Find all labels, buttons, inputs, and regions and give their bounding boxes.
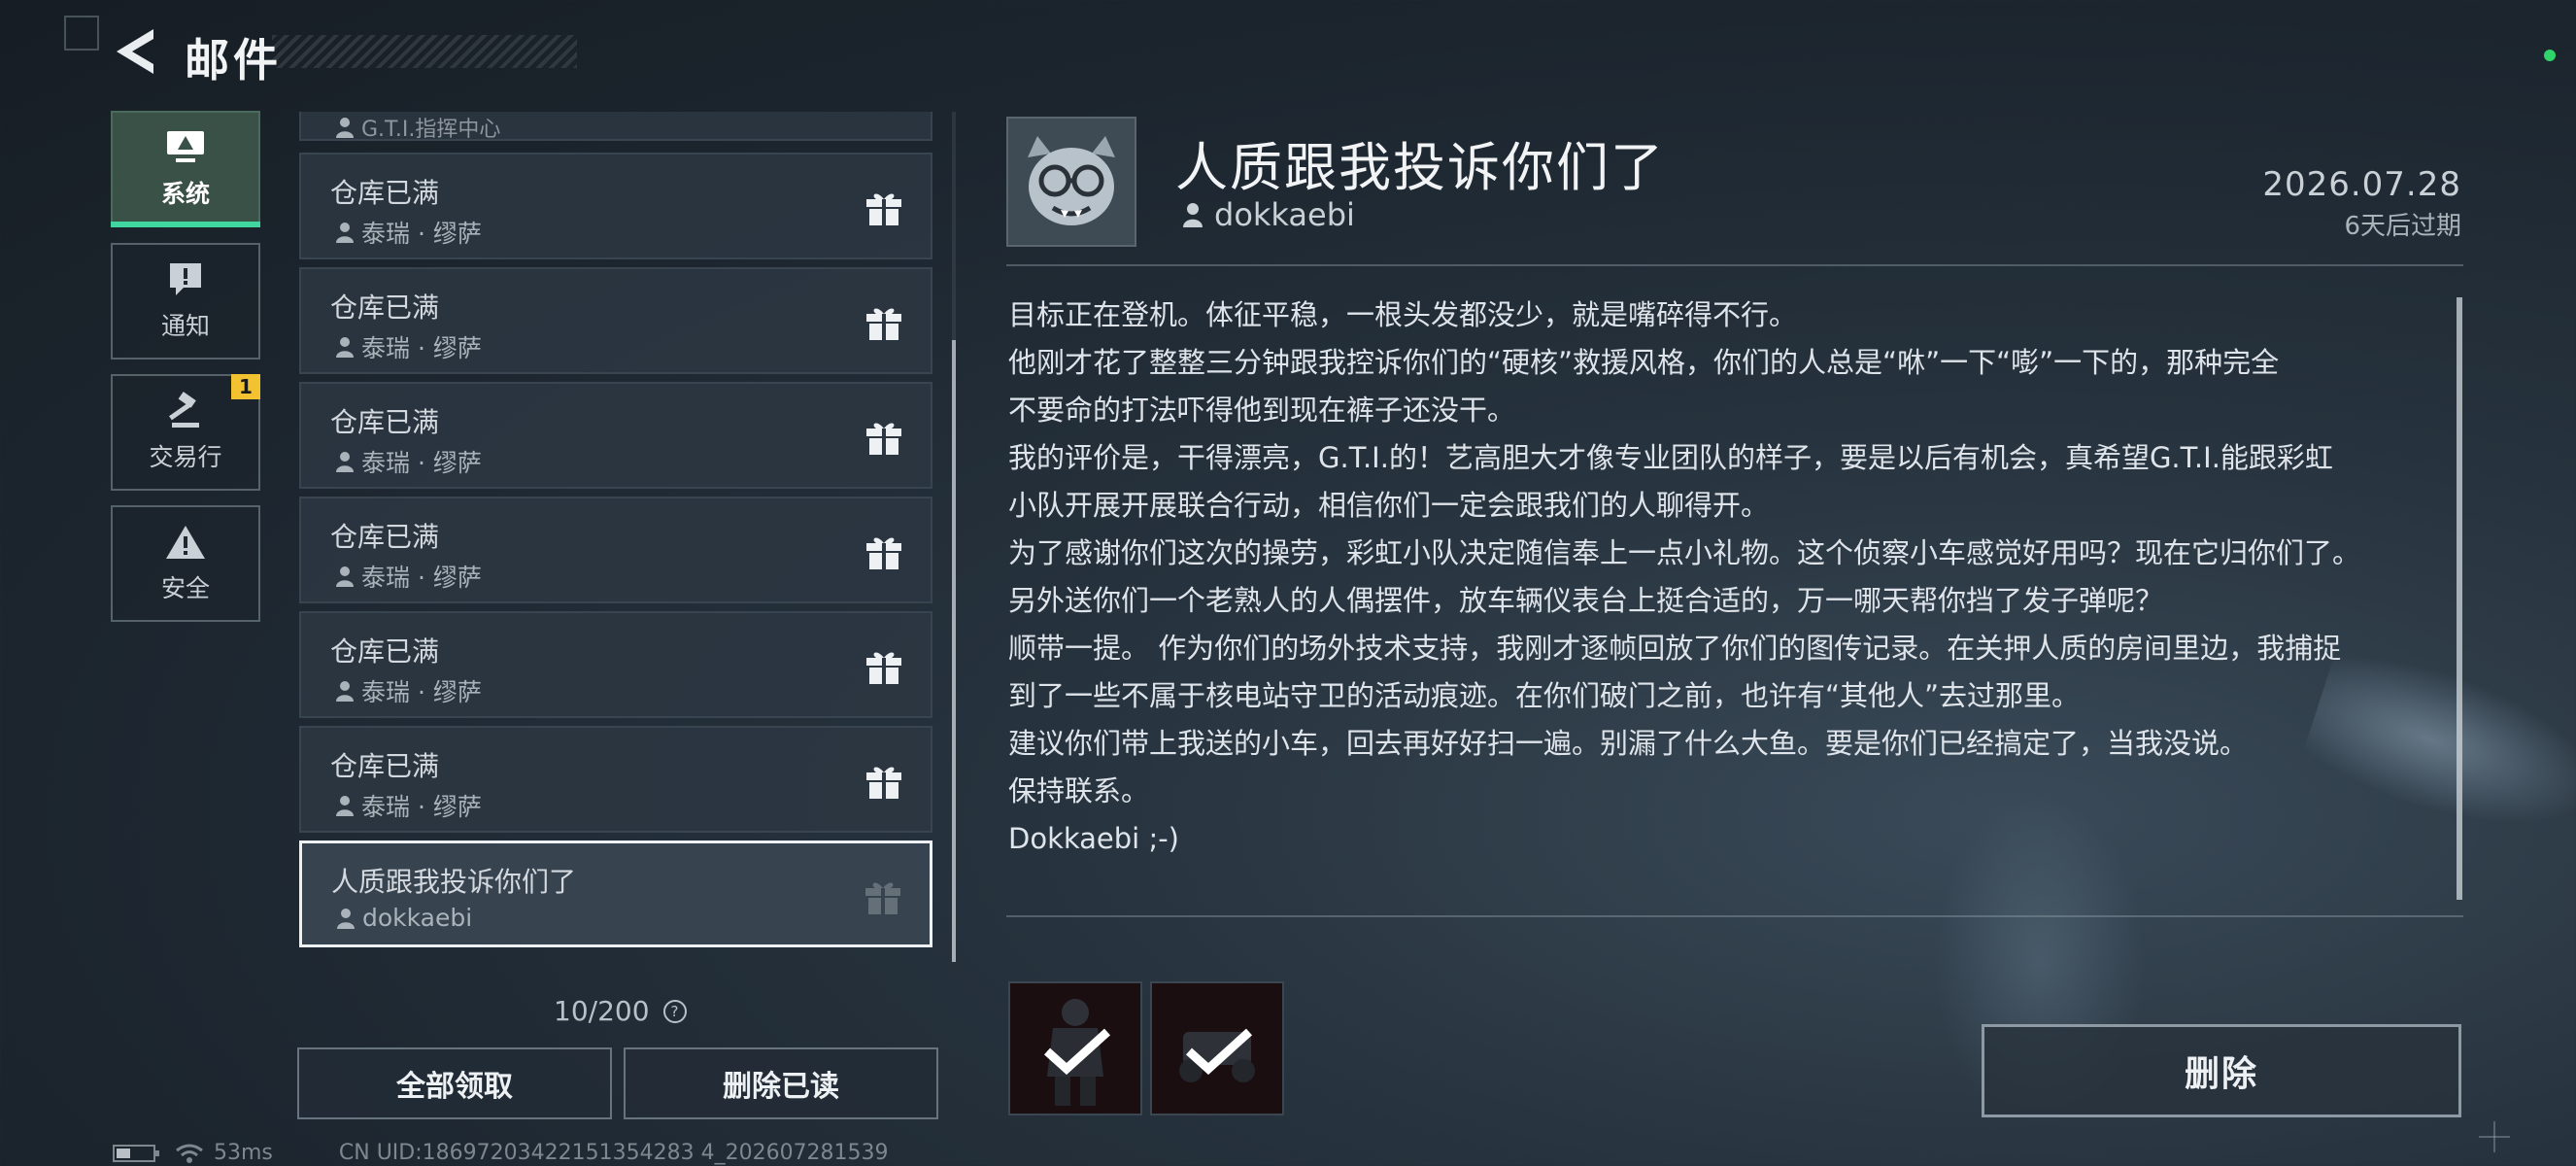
tab-trade[interactable]: 交易行 1 [111,374,260,491]
mail-item[interactable]: 仓库已满 泰瑞 · 缪萨 [299,153,932,259]
mail-body-line: 我的评价是，干得漂亮，G.T.I.的！艺高胆大才像专业团队的样子，要是以后有机会… [1008,441,2333,474]
online-status-dot [2544,50,2556,61]
gavel-icon [169,392,199,428]
mail-list-scrollbar-thumb[interactable] [952,340,956,962]
mail-item[interactable]: 仓库已满 泰瑞 · 缪萨 [299,611,932,718]
mail-sender: 泰瑞 · 缪萨 [334,444,482,479]
gift-icon [866,652,901,684]
mail-body-line: 不要命的打法吓得他到现在裤子还没干。 [1008,394,1516,427]
monitor-icon [167,131,204,162]
person-icon [336,118,354,138]
tab-label: 安全 [160,574,210,602]
gift-opened-icon [865,882,900,914]
mail-body-line: 为了感谢你们这次的操劳，彩虹小队决定随信奉上一点小礼物。这个侦察小车感觉好用吗？… [1008,536,2361,569]
battery-icon [113,1144,159,1162]
mail-body-scrollbar[interactable] [2457,297,2462,900]
gift-icon [866,423,901,455]
mail-date: 2026.07.28 [2262,165,2461,204]
claim-all-button[interactable]: 全部领取 [297,1047,612,1119]
plus-icon [2479,1121,2510,1152]
delete-read-button[interactable]: 删除已读 [624,1047,938,1119]
page-title: 邮件 [185,34,282,86]
mail-item[interactable]: 仓库已满 泰瑞 · 缪萨 [299,497,932,603]
person-icon [1183,203,1203,227]
divider [1006,264,2463,266]
person-icon [336,223,354,243]
mail-sender: 泰瑞 · 缪萨 [334,559,482,594]
alert-icon [170,263,201,295]
tab-label: 系统 [160,180,210,208]
attachment-drone[interactable] [1150,981,1284,1115]
dokkaebi-avatar-icon [1008,119,1135,245]
mail-subject: 仓库已满 [330,521,440,553]
mail-subject: 仓库已满 [330,177,440,209]
sender-avatar [1006,117,1136,247]
mail-body-line: 目标正在登机。体征平稳，一根头发都没少，就是嘴碎得不行。 [1008,298,1798,331]
mail-sender: 泰瑞 · 缪萨 [334,329,482,364]
mail-item[interactable]: 仓库已满 泰瑞 · 缪萨 [299,382,932,489]
checkmark-icon [1185,1028,1253,1075]
divider [1006,915,2463,917]
attachment-figure[interactable] [1008,981,1142,1115]
tab-notice[interactable]: 通知 [111,243,260,360]
mail-body-line: 小队开展开展联合行动，相信你们一定会跟我们的人聊得开。 [1008,489,1770,522]
gift-icon [866,193,901,225]
person-icon [336,452,354,472]
mail-sender: dokkaebi [335,904,472,932]
mail-subject: 仓库已满 [330,750,440,782]
trade-count-badge: 1 [231,374,260,399]
person-icon [336,681,354,702]
tab-label: 交易行 [149,443,222,471]
mail-item-selected[interactable]: 人质跟我投诉你们了 dokkaebi [299,840,932,947]
mail-body-line: 建议你们带上我送的小车，回去再好好扫一遍。别漏了什么大鱼。要是你们已经搞定了，当… [1008,727,2249,760]
tab-system[interactable]: 系统 [111,111,260,227]
person-icon [336,337,354,358]
mail-body-line: 到了一些不属于核电站守卫的活动痕迹。在你们破门之前，也许有“其他人”去过那里。 [1008,679,2081,712]
mail-body-line: 他刚才花了整整三分钟跟我控诉你们的“硬核”救援风格，你们的人总是“咻”一下“嘭”… [1008,346,2280,379]
mail-sender: 泰瑞 · 缪萨 [334,215,482,250]
mail-count-text: 10/200 [554,995,650,1027]
mail-body-line: 另外送你们一个老熟人的人偶摆件，放车辆仪表台上挺合适的，万一哪天帮你挡了发子弹呢… [1008,584,2164,617]
person-icon [336,796,354,816]
wifi-icon [176,1144,203,1163]
mail-body-line: 顺带一提。 作为你们的场外技术支持，我刚才逐帧回放了你们的图传记录。在关押人质的… [1008,632,2342,665]
mail-item-partial[interactable]: G.T.I.指挥中心 [299,112,932,143]
mail-sender: 泰瑞 · 缪萨 [334,788,482,823]
mail-expire: 6天后过期 [2344,212,2461,241]
mail-body-line: 保持联系。 [1008,774,1150,807]
checkmark-icon [1043,1028,1111,1075]
delete-mail-button[interactable]: 删除 [1982,1024,2461,1117]
mail-item[interactable]: 仓库已满 泰瑞 · 缪萨 [299,267,932,374]
mail-sender: G.T.I.指挥中心 [334,112,500,143]
uid-text: CN UID:18697203422151354283 4_2026072815… [338,1141,889,1165]
person-icon [336,566,354,587]
back-arrow-icon[interactable] [115,27,157,76]
mail-subject: 仓库已满 [330,292,440,324]
mail-subject: 仓库已满 [330,406,440,438]
ping-text: 53ms [214,1141,273,1165]
tab-label: 通知 [160,312,210,340]
warning-icon [166,526,205,559]
mail-item[interactable]: 仓库已满 泰瑞 · 缪萨 [299,726,932,833]
mail-detail-title: 人质跟我投诉你们了 [1175,137,1665,198]
gift-icon [866,537,901,569]
mail-sender: 泰瑞 · 缪萨 [334,673,482,708]
gift-icon [866,767,901,799]
title-stripe-decoration [272,35,577,68]
mail-subject: 仓库已满 [330,635,440,668]
corner-frame [64,16,99,51]
tab-security[interactable]: 安全 [111,505,260,622]
mail-count: 10/200 ? [554,995,687,1027]
help-icon[interactable]: ? [662,999,687,1023]
mail-detail-sender: dokkaebi [1181,196,1355,233]
mail-body-signature: Dokkaebi ;-) [1008,822,1179,855]
person-icon [337,908,355,929]
status-bar: 53ms CN UID:18697203422151354283 4_20260… [113,1141,889,1165]
mail-subject: 人质跟我投诉你们了 [331,866,577,898]
mail-list[interactable]: G.T.I.指挥中心 仓库已满 泰瑞 · 缪萨 仓库已满 泰瑞 · 缪萨 仓库已… [299,112,932,957]
gift-icon [866,308,901,340]
mail-body: 目标正在登机。体征平稳，一根头发都没少，就是嘴碎得不行。 他刚才花了整整三分钟跟… [1008,292,2448,863]
